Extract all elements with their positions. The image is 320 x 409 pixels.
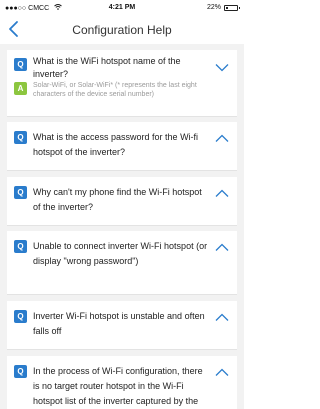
question-badge: Q bbox=[14, 131, 27, 144]
faq-item[interactable]: Q In the process of Wi-Fi configuration,… bbox=[7, 356, 237, 409]
faq-answer: Solar-WiFi, or Solar-WiFi* (* represents… bbox=[33, 82, 197, 98]
faq-item[interactable]: Q What is the access password for the Wi… bbox=[7, 122, 237, 171]
chevron-up-icon[interactable] bbox=[215, 243, 229, 252]
faq-question: What is the access password for the Wi-f… bbox=[33, 132, 199, 157]
chevron-down-icon[interactable] bbox=[215, 63, 229, 72]
faq-question: What is the WiFi hotspot name of the inv… bbox=[33, 56, 181, 79]
faq-item[interactable]: Q What is the WiFi hotspot name of the i… bbox=[7, 50, 237, 117]
status-bar: ●●●○○ CMCC 4:21 PM 22% bbox=[0, 0, 244, 16]
faq-question: Inverter Wi-Fi hotspot is unstable and o… bbox=[33, 311, 205, 336]
faq-list: Q What is the WiFi hotspot name of the i… bbox=[0, 44, 244, 409]
question-badge: Q bbox=[14, 58, 27, 71]
answer-badge: A bbox=[14, 82, 27, 95]
battery-percent: 22% bbox=[206, 4, 221, 11]
chevron-up-icon[interactable] bbox=[215, 313, 229, 322]
chevron-up-icon[interactable] bbox=[215, 134, 229, 143]
battery-icon bbox=[224, 4, 240, 11]
battery: 22% bbox=[206, 4, 240, 11]
faq-item[interactable]: Q Inverter Wi-Fi hotspot is unstable and… bbox=[7, 301, 237, 350]
page-title: Configuration Help bbox=[72, 23, 172, 37]
faq-item[interactable]: Q Why can't my phone find the Wi-Fi hots… bbox=[7, 177, 237, 226]
chevron-up-icon[interactable] bbox=[215, 189, 229, 198]
question-badge: Q bbox=[14, 310, 27, 323]
faq-question: Unable to connect inverter Wi-Fi hotspot… bbox=[33, 241, 208, 266]
faq-item[interactable]: Q Unable to connect inverter Wi-Fi hotsp… bbox=[7, 231, 237, 295]
faq-question: Why can't my phone find the Wi-Fi hotspo… bbox=[33, 187, 202, 212]
question-badge: Q bbox=[14, 186, 27, 199]
nav-bar: Configuration Help bbox=[0, 17, 244, 43]
question-badge: Q bbox=[14, 365, 27, 378]
chevron-up-icon[interactable] bbox=[215, 368, 229, 377]
question-badge: Q bbox=[14, 240, 27, 253]
faq-question: In the process of Wi-Fi configuration, t… bbox=[33, 366, 203, 406]
